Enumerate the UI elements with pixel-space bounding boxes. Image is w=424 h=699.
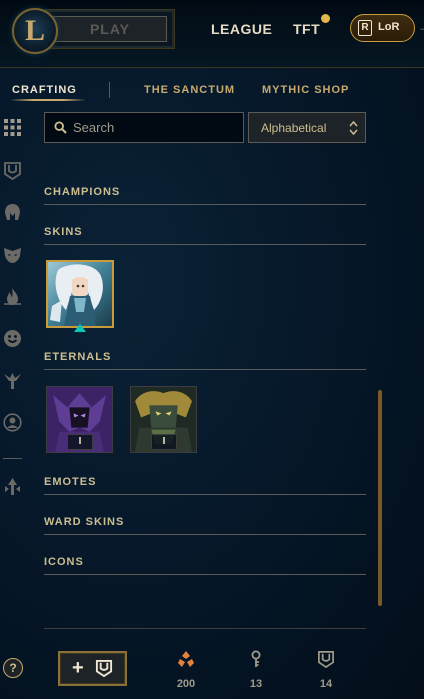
- section-title-icons[interactable]: ICONS: [44, 556, 84, 568]
- chevron-up-down-icon: [349, 120, 358, 136]
- sidebar-divider: [3, 458, 22, 459]
- section-title-champions[interactable]: CHAMPIONS: [44, 186, 120, 198]
- eternal-series-badge: I: [67, 434, 93, 450]
- mask-icon[interactable]: [3, 245, 22, 264]
- section-divider: [44, 534, 366, 535]
- notification-dot: [321, 14, 330, 23]
- orange-essence-icon: [178, 651, 194, 667]
- tab-the-sanctum[interactable]: THE SANCTUM: [144, 84, 235, 96]
- sort-dropdown[interactable]: Alphabetical: [248, 112, 366, 143]
- section-divider: [44, 574, 366, 575]
- key-count: 13: [249, 678, 263, 690]
- eternal-tile[interactable]: I: [130, 386, 197, 453]
- flame-icon[interactable]: [3, 287, 22, 306]
- helmet-icon[interactable]: [3, 203, 22, 222]
- skin-tile[interactable]: [46, 260, 114, 328]
- help-button[interactable]: ?: [3, 658, 23, 678]
- lor-label: LoR: [378, 21, 400, 33]
- chest-icon: [318, 651, 334, 668]
- profile-icon[interactable]: [3, 413, 22, 432]
- section-title-eternals[interactable]: ETERNALS: [44, 351, 111, 363]
- chest-count: 14: [319, 678, 333, 690]
- footer-divider: [44, 628, 366, 629]
- chest-icon: [95, 659, 113, 677]
- section-divider: [44, 204, 366, 205]
- orange-essence-count: 200: [176, 678, 196, 690]
- section-divider: [44, 494, 366, 495]
- league-logo[interactable]: L: [12, 8, 58, 54]
- sort-selected-value: Alphabetical: [261, 121, 327, 135]
- section-title-skins[interactable]: SKINS: [44, 226, 83, 238]
- search-box[interactable]: [44, 112, 244, 143]
- cutoff-arrow-icon: →: [418, 20, 424, 34]
- lor-button[interactable]: R LoR: [350, 14, 415, 42]
- owned-marker-icon: [74, 324, 86, 332]
- logo-letter-l: L: [24, 14, 45, 47]
- crafting-arrow-icon[interactable]: [3, 477, 22, 496]
- skin-portrait-image: [48, 262, 112, 326]
- nav-league[interactable]: LEAGUE: [211, 21, 272, 37]
- eternal-tile[interactable]: I: [46, 386, 113, 453]
- key-icon: [251, 650, 261, 667]
- section-title-emotes[interactable]: EMOTES: [44, 476, 96, 488]
- scrollbar-thumb[interactable]: [378, 390, 382, 606]
- ward-totem-icon[interactable]: [3, 371, 22, 390]
- chest-icon[interactable]: [3, 161, 22, 180]
- plus-icon: +: [72, 657, 84, 679]
- tab-divider: [109, 82, 110, 98]
- tab-mythic-shop[interactable]: MYTHIC SHOP: [262, 84, 349, 96]
- tab-crafting[interactable]: CRAFTING: [12, 84, 77, 96]
- search-icon: [54, 121, 67, 134]
- lor-badge-icon: R: [358, 20, 372, 36]
- search-input[interactable]: [73, 115, 239, 139]
- emote-face-icon[interactable]: [3, 329, 22, 348]
- section-divider: [44, 244, 366, 245]
- nav-tft[interactable]: TFT: [293, 21, 320, 37]
- section-divider: [44, 369, 366, 370]
- eternal-series-badge: I: [151, 434, 177, 450]
- active-tab-underline: [10, 99, 86, 101]
- play-button-frame[interactable]: PLAY: [45, 9, 175, 49]
- play-button[interactable]: PLAY: [53, 16, 167, 42]
- add-chest-button[interactable]: +: [58, 651, 127, 686]
- section-title-ward-skins[interactable]: WARD SKINS: [44, 516, 124, 528]
- grid-icon[interactable]: [3, 118, 22, 137]
